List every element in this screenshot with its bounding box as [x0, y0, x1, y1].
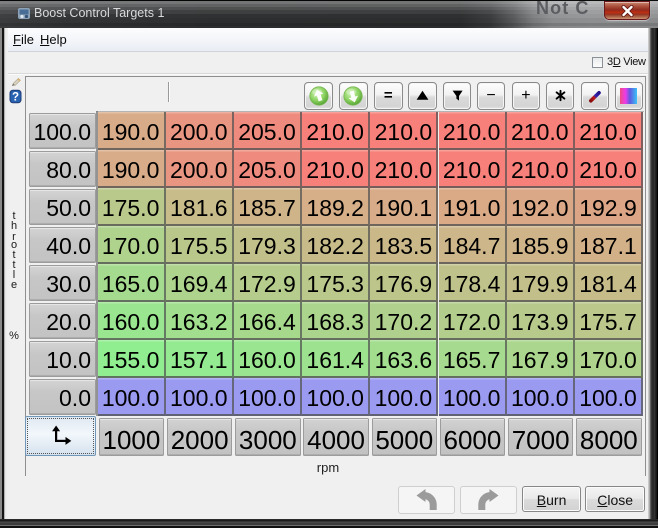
- svg-text:?: ?: [12, 92, 19, 104]
